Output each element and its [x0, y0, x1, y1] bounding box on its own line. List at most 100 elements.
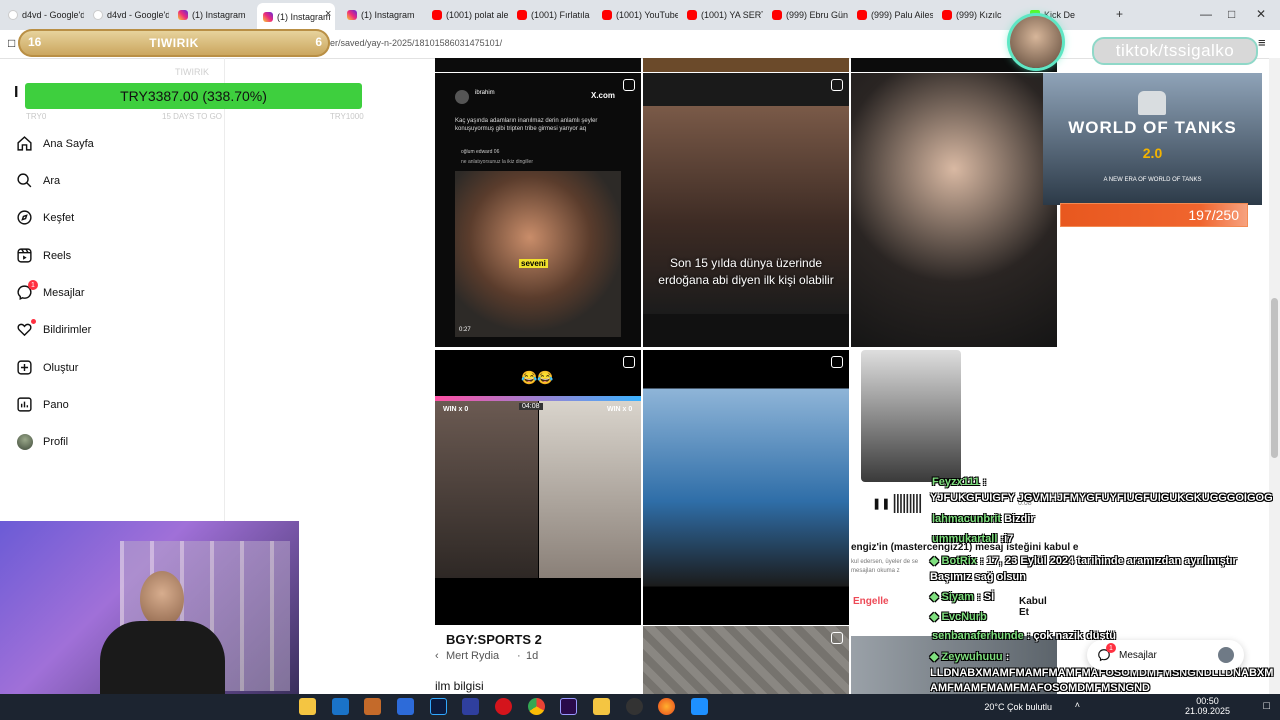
grid-tile-reel[interactable] — [643, 350, 849, 625]
video-card[interactable]: BGY:SPORTS 2 ‹ Mert Rydia · 1d ilm bilgi… — [435, 626, 641, 694]
chat-message: ◆ BotRix : 17, 23 Eylül 2024 tarihinde a… — [930, 555, 1237, 583]
browser-tab[interactable]: (1001) YouTube — [602, 4, 678, 26]
chevron-up-icon[interactable]: ˄ — [1075, 700, 1080, 710]
page-scrollbar[interactable] — [1269, 58, 1280, 694]
app-icon[interactable] — [462, 698, 479, 715]
close-window-icon[interactable]: ✕ — [1256, 7, 1266, 21]
browser-tab[interactable]: (1001) Fırlatıla — [517, 4, 593, 26]
browser-tab[interactable]: d4vd - Google'd — [8, 4, 84, 26]
sidebar-item-label: Oluştur — [43, 361, 79, 374]
browser-tab[interactable]: (1001) YA SERT — [687, 4, 763, 26]
sidebar-item-notifications[interactable]: Bildirimler — [16, 319, 91, 338]
grid-tile[interactable] — [643, 58, 849, 72]
browser-tab[interactable]: d4vd - Google'd — [93, 4, 169, 26]
google-icon — [93, 10, 103, 20]
scrollbar-thumb[interactable] — [1271, 298, 1278, 458]
grid-tile-reel[interactable]: Son 15 yılda dünya üzerinde erdoğana abi… — [643, 73, 849, 347]
new-tab-button[interactable]: + — [1116, 7, 1123, 21]
browser-tab[interactable]: (999) Ebru Günd — [772, 4, 848, 26]
pause-icon[interactable]: ❚❚ — [872, 497, 890, 510]
reel-caption: Son 15 yılda dünya üzerinde erdoğana abi… — [658, 256, 834, 287]
sidebar-item-label: Ana Sayfa — [43, 137, 94, 150]
app-icon[interactable] — [364, 698, 381, 715]
sidebar-item-search[interactable]: Ara — [16, 172, 60, 189]
grid-tile-live[interactable]: 😂😂 WIN x 0 04:08 WIN x 0 — [435, 350, 641, 625]
grid-tile-reel[interactable] — [643, 626, 849, 694]
browser-tab[interactable]: (1) Instagram — [178, 4, 254, 26]
sidebar-item-home[interactable]: Ana Sayfa — [16, 135, 94, 152]
clock-time: 00:50 — [1196, 696, 1219, 706]
viewer-level-bar: 16 TIWIRIK 6 — [18, 29, 330, 57]
clock[interactable]: 00:50 21.09.2025 — [1185, 696, 1230, 716]
plus-square-icon — [16, 359, 33, 376]
search-icon — [16, 172, 33, 189]
block-button[interactable]: Engelle — [853, 596, 889, 607]
sidebar-item-explore[interactable]: Keşfet — [16, 209, 74, 226]
donation-amount: TRY3387.00 (338.70%) — [120, 88, 267, 104]
sidebar-item-dashboard[interactable]: Pano — [16, 396, 69, 413]
app-icon[interactable] — [691, 698, 708, 715]
badge-icon: ◆ — [930, 651, 939, 663]
menu-icon[interactable]: ≡ — [1258, 35, 1266, 50]
grid-tile-photo[interactable] — [851, 73, 1057, 347]
sidebar-toggle-icon[interactable]: □ — [8, 36, 15, 50]
close-tab-icon[interactable]: × — [325, 8, 331, 20]
photoshop-icon[interactable] — [430, 698, 447, 715]
reel-icon — [831, 79, 843, 91]
youtube-icon — [602, 10, 612, 20]
opera-icon[interactable] — [495, 698, 512, 715]
notification-dot — [31, 319, 36, 324]
browser-tab[interactable]: (1) Instagram — [347, 4, 423, 26]
messages-label: Mesajlar — [1119, 649, 1157, 661]
obs-icon[interactable] — [626, 698, 643, 715]
sidebar-item-profile[interactable]: Profil — [16, 433, 68, 450]
messages-floating-button[interactable]: 1 Mesajlar — [1087, 640, 1244, 670]
chrome-icon[interactable] — [528, 698, 545, 715]
file-explorer-icon[interactable] — [299, 698, 316, 715]
minimize-icon[interactable]: — — [1200, 7, 1212, 21]
grid-tile-tweet[interactable]: ibrahim X.com Kaç yaşında adamların inan… — [435, 73, 641, 347]
browser-tab-active[interactable]: (1) Instagram — [257, 3, 335, 30]
instagram-icon — [347, 10, 357, 20]
avatar-icon — [16, 433, 33, 450]
streamer-webcam — [0, 521, 299, 694]
browser-tab[interactable]: (1001) polat ale — [432, 4, 508, 26]
youtube-icon — [432, 10, 442, 20]
sidebar-item-create[interactable]: Oluştur — [16, 359, 78, 376]
accept-button[interactable]: Kabul Et — [1019, 596, 1057, 618]
sidebar-item-reels[interactable]: Reels — [16, 247, 71, 264]
weather-label[interactable]: 20°C Çok bulutlu — [984, 702, 1052, 712]
streamer-avatar — [1010, 16, 1062, 68]
sidebar-item-messages[interactable]: 1 Mesajlar — [16, 280, 85, 301]
app-icon[interactable] — [397, 698, 414, 715]
url-field[interactable]: er/saved/yay-n-2025/18101586031475101/ — [330, 38, 502, 48]
game-banner: WORLD OF TANKS 2.0 A NEW ERA OF WORLD OF… — [1043, 73, 1262, 205]
badge-icon: ◆ — [930, 591, 939, 603]
browser-tab[interactable]: (999) Kızılc — [942, 4, 1018, 26]
folder-icon[interactable] — [593, 698, 610, 715]
message-request-sub: mesajları okuma z — [851, 568, 900, 574]
grid-tile[interactable] — [435, 58, 641, 72]
sidebar-item-label: Reels — [43, 249, 72, 262]
premiere-icon[interactable] — [560, 698, 577, 715]
notification-center-icon[interactable]: □ — [1263, 700, 1270, 712]
tweet-reply-user: oğlum edward 06 — [461, 149, 500, 155]
separator: · — [517, 650, 521, 662]
streamer-face — [140, 571, 184, 627]
reel-icon — [623, 79, 635, 91]
outlook-icon[interactable] — [332, 698, 349, 715]
browser-tab[interactable]: (999) Palu Ailesi — [857, 4, 933, 26]
tweet-brand: X.com — [591, 91, 616, 100]
chat-message: LLDNABXMAMFMAMFMAMFMAFOSOMDMFMSNGNDLLDNA… — [930, 667, 1274, 694]
chat-message: ◆ EvcNurb — [930, 611, 987, 623]
chevron-left-icon: ‹ — [435, 650, 439, 662]
chat-message: lahmacunbrit Bizdir — [932, 513, 1035, 525]
maximize-icon[interactable]: □ — [1228, 7, 1235, 21]
donation-progress-bar: TRY3387.00 (338.70%) — [25, 83, 362, 109]
chat-message: senbanaferhunde : çok nazik düştü — [932, 630, 1116, 642]
google-icon — [8, 10, 18, 20]
sidebar-item-label: Pano — [43, 398, 69, 411]
dm-shared-photo[interactable] — [861, 350, 961, 482]
instagram-icon — [178, 10, 188, 20]
firefox-icon[interactable] — [658, 698, 675, 715]
